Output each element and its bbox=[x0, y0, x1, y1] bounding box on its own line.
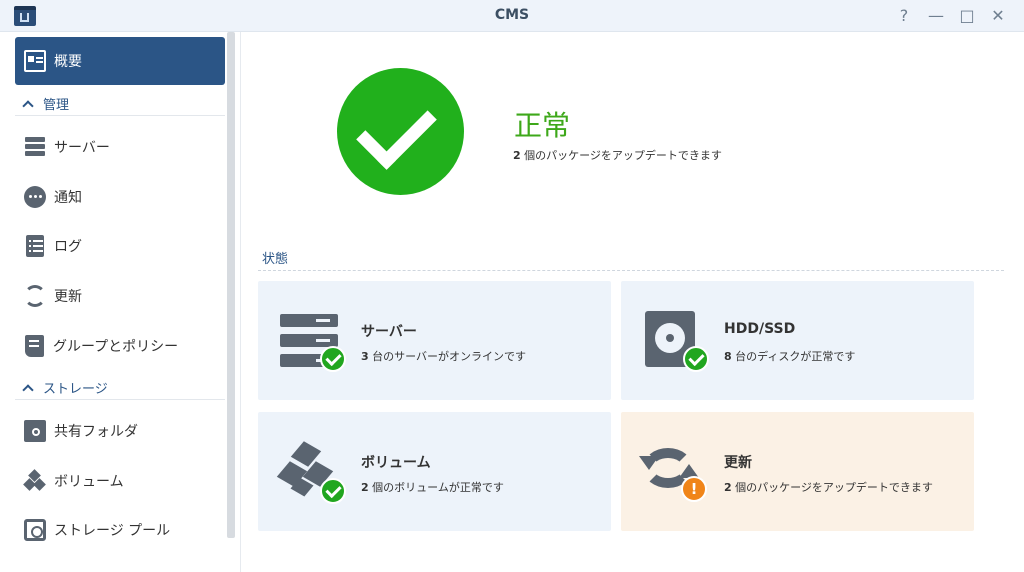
sidebar-item-label: 概要 bbox=[54, 54, 82, 70]
tile-description: 2 個のパッケージをアップデートできます bbox=[724, 481, 933, 494]
section-label: 管理 bbox=[43, 98, 70, 113]
sidebar-divider bbox=[240, 32, 241, 572]
maximize-button[interactable]: □ bbox=[956, 5, 978, 27]
sidebar-item-label: ストレージ プール bbox=[54, 523, 171, 539]
tile-volume[interactable]: ボリューム 2 個のボリュームが正常です bbox=[258, 412, 611, 531]
sidebar-item-log[interactable]: ログ bbox=[15, 222, 225, 270]
sidebar-item-group-policy[interactable]: グループとポリシー bbox=[15, 322, 225, 370]
sidebar-item-label: 更新 bbox=[54, 289, 82, 305]
tile-update[interactable]: ! 更新 2 個のパッケージをアップデートできます bbox=[621, 412, 974, 531]
hard-disk-icon bbox=[645, 311, 715, 372]
sidebar-item-storage-pool[interactable]: ストレージ プール bbox=[15, 506, 225, 554]
sidebar-item-label: グループとポリシー bbox=[53, 339, 179, 355]
sidebar-item-server[interactable]: サーバー bbox=[15, 123, 225, 171]
tile-description: 3 台のサーバーがオンラインです bbox=[361, 350, 527, 363]
chevron-up-icon bbox=[23, 383, 33, 393]
help-button[interactable]: ? bbox=[893, 5, 915, 27]
tile-title: サーバー bbox=[361, 324, 417, 340]
sidebar-scrollbar[interactable] bbox=[227, 32, 235, 538]
tile-title: 更新 bbox=[724, 455, 752, 471]
sidebar-item-overview[interactable]: 概要 bbox=[15, 37, 225, 85]
sidebar-item-update[interactable]: 更新 bbox=[15, 272, 225, 320]
sidebar-item-label: 通知 bbox=[54, 190, 82, 206]
tile-hdd-ssd[interactable]: HDD/SSD 8 台のディスクが正常です bbox=[621, 281, 974, 400]
sidebar-item-volume[interactable]: ボリューム bbox=[15, 457, 225, 505]
shared-folder-icon bbox=[24, 420, 46, 442]
log-icon bbox=[26, 235, 44, 257]
check-badge-icon bbox=[320, 346, 346, 372]
refresh-icon bbox=[24, 285, 46, 307]
window-title: CMS bbox=[494, 7, 530, 23]
status-title: 正常 bbox=[514, 109, 571, 142]
healthy-check-icon bbox=[337, 68, 464, 195]
section-label: ストレージ bbox=[43, 382, 108, 397]
tile-title: ボリューム bbox=[361, 455, 431, 471]
sidebar-item-notification[interactable]: 通知 bbox=[15, 173, 225, 221]
overview-icon bbox=[24, 50, 46, 72]
chat-bubble-icon bbox=[24, 186, 46, 208]
check-badge-icon bbox=[320, 478, 346, 504]
section-header-storage[interactable]: ストレージ bbox=[15, 376, 225, 400]
storage-pool-icon bbox=[24, 519, 46, 541]
update-refresh-icon: ! bbox=[639, 440, 709, 502]
sidebar-item-label: ログ bbox=[54, 239, 82, 255]
server-icon bbox=[24, 136, 46, 158]
section-header-manage[interactable]: 管理 bbox=[15, 92, 225, 116]
check-badge-icon bbox=[683, 346, 709, 372]
sidebar-item-label: 共有フォルダ bbox=[54, 424, 138, 440]
sidebar-item-shared-folder[interactable]: 共有フォルダ bbox=[15, 407, 225, 455]
tile-server[interactable]: サーバー 3 台のサーバーがオンラインです bbox=[258, 281, 611, 400]
volume-icon bbox=[23, 469, 46, 492]
status-message: 2 個のパッケージをアップデートできます bbox=[513, 149, 722, 162]
sidebar-item-label: サーバー bbox=[54, 140, 110, 156]
tile-description: 2 個のボリュームが正常です bbox=[361, 481, 504, 494]
policy-icon bbox=[25, 335, 44, 357]
close-button[interactable]: ✕ bbox=[987, 5, 1009, 27]
title-bar: CMS ? — □ ✕ bbox=[0, 0, 1024, 32]
state-section-label: 状態 bbox=[262, 252, 289, 267]
server-stack-icon bbox=[280, 314, 350, 372]
tile-title: HDD/SSD bbox=[724, 321, 796, 337]
minimize-button[interactable]: — bbox=[925, 5, 947, 27]
warning-badge-icon: ! bbox=[681, 476, 707, 502]
chevron-up-icon bbox=[23, 99, 33, 109]
volume-cubes-icon bbox=[276, 440, 348, 504]
sidebar-item-label: ボリューム bbox=[54, 474, 124, 490]
state-divider bbox=[258, 270, 1004, 271]
tile-description: 8 台のディスクが正常です bbox=[724, 350, 856, 363]
